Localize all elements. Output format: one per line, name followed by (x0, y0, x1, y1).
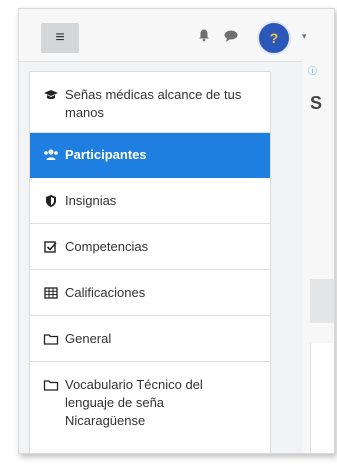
users-icon (44, 149, 58, 160)
folder-icon (43, 380, 59, 391)
chevron-down-icon[interactable]: ▾ (302, 31, 307, 42)
drawer-item-calificaciones[interactable]: Calificaciones (30, 270, 270, 316)
drawer-item-vocabulario[interactable]: Vocabulario Técnico del lenguaje de seña… (30, 362, 270, 453)
page-heading: S (310, 93, 323, 113)
drawer-item-label: Señas médicas alcance de tus manos (65, 87, 242, 120)
table-icon (44, 287, 58, 299)
drawer-item-course[interactable]: Señas médicas alcance de tus manos (30, 72, 270, 133)
content-block (310, 279, 334, 323)
content-card (310, 343, 334, 453)
drawer-item-label: Insignias (65, 193, 117, 208)
drawer-item-label: General (65, 331, 112, 346)
chat-icon[interactable] (223, 29, 239, 43)
drawer-item-label: Vocabulario Técnico del lenguaje de seña… (65, 377, 203, 428)
drawer-item-label: Participantes (65, 147, 147, 162)
drawer-item-participantes[interactable]: Participantes (30, 133, 270, 178)
user-avatar[interactable]: ? (257, 21, 291, 55)
shield-icon (46, 195, 56, 207)
drawer-item-general[interactable]: General (30, 316, 270, 362)
drawer-item-label: Calificaciones (65, 285, 146, 300)
drawer-item-competencias[interactable]: Competencias (30, 224, 270, 270)
page-content: ⓘ S (302, 61, 334, 453)
top-navbar: ≡ ? ▾ (19, 9, 334, 62)
screenshot-frame: ≡ ? ▾ ⓘ S Señas médicas alcance de tus m… (0, 0, 337, 466)
drawer-item-insignias[interactable]: Insignias (30, 178, 270, 224)
menu-toggle-button[interactable]: ≡ (41, 23, 79, 53)
drawer-item-label: Competencias (65, 239, 149, 254)
graduation-cap-icon (44, 90, 58, 100)
nav-drawer: Señas médicas alcance de tus manos Parti… (29, 71, 271, 453)
folder-icon (43, 334, 59, 345)
bell-icon[interactable] (197, 28, 211, 42)
info-icon[interactable]: ⓘ (308, 64, 317, 77)
avatar-glyph: ? (269, 30, 279, 46)
check-square-icon (44, 241, 57, 253)
hamburger-icon: ≡ (55, 29, 65, 46)
app-window: ≡ ? ▾ ⓘ S Señas médicas alcance de tus m… (18, 8, 335, 454)
